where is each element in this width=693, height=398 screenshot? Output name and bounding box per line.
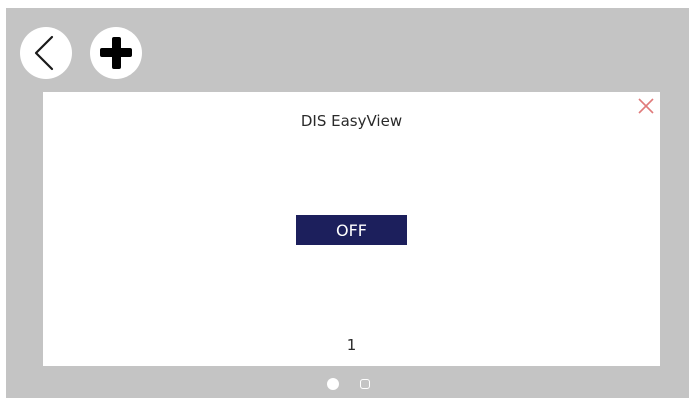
chevron-left-icon	[34, 35, 54, 71]
back-button[interactable]	[20, 27, 72, 79]
widget-title: DIS EasyView	[300, 112, 403, 130]
widget-card: DIS EasyView OFF 1	[43, 92, 660, 366]
plus-icon	[100, 37, 132, 69]
state-toggle-button[interactable]: OFF	[296, 215, 407, 245]
pager-dot-inactive[interactable]	[360, 379, 370, 389]
add-button[interactable]	[90, 27, 142, 79]
close-icon	[638, 98, 654, 114]
pager-dot-active[interactable]	[327, 378, 339, 390]
close-button[interactable]	[636, 96, 656, 116]
page-number: 1	[346, 336, 357, 354]
